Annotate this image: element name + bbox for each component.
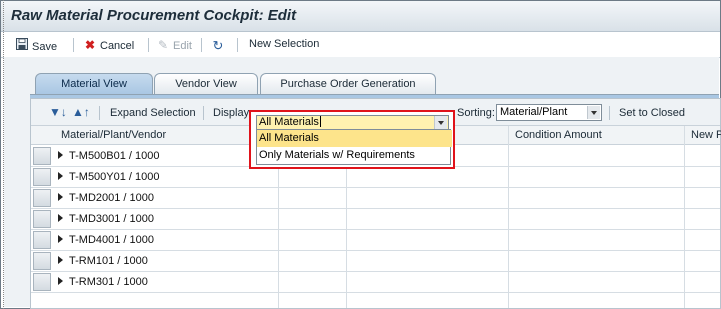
table-row[interactable]: T-MD2001 / 1000 xyxy=(31,187,720,209)
display-label: Display xyxy=(213,107,250,119)
row-material: T-M500Y01 / 1000 xyxy=(69,171,160,183)
sort-ascending-icon[interactable]: ▼↓ xyxy=(49,105,67,119)
table-row[interactable]: T-MD4001 / 1000 xyxy=(31,229,720,251)
toolbar-divider xyxy=(148,38,149,52)
display-dropdown-highlight: All Materials All Materials Only Materia… xyxy=(249,110,455,169)
toolbar-divider xyxy=(237,38,238,52)
chevron-down-icon[interactable] xyxy=(434,116,447,129)
row-material: T-MD4001 / 1000 xyxy=(69,234,154,246)
column-header-condition-amount[interactable]: Condition Amount xyxy=(515,129,602,141)
save-icon xyxy=(15,38,29,53)
display-value: All Materials xyxy=(259,116,321,128)
row-selector[interactable] xyxy=(33,210,51,228)
toolbar-divider xyxy=(203,106,204,120)
cancel-button[interactable]: ✖ Cancel xyxy=(83,38,134,52)
edit-button[interactable]: ✎ Edit xyxy=(156,38,192,52)
table-row[interactable]: T-RM101 / 1000 xyxy=(31,250,720,272)
expand-arrow-icon[interactable] xyxy=(58,172,63,180)
tab-vendor-view[interactable]: Vendor View xyxy=(154,73,258,94)
option-only-materials-with-requirements[interactable]: Only Materials w/ Requirements xyxy=(257,147,452,164)
table-row[interactable]: T-M500Y01 / 1000 xyxy=(31,166,720,188)
cancel-x-icon: ✖ xyxy=(84,38,96,52)
expand-arrow-icon[interactable] xyxy=(58,151,63,159)
content-area: Material View Vendor View Purchase Order… xyxy=(4,57,721,309)
refresh-button[interactable]: ↻ xyxy=(211,38,228,53)
new-selection-button[interactable]: New Selection xyxy=(249,38,319,52)
main-toolbar: Save ✖ Cancel ✎ Edit ↻ New Selection xyxy=(1,32,720,58)
sorting-label: Sorting: xyxy=(457,107,495,119)
sorting-value: Material/Plant xyxy=(500,106,568,118)
table-row[interactable]: T-RM301 / 1000 xyxy=(31,271,720,293)
option-all-materials[interactable]: All Materials xyxy=(257,130,452,147)
row-selector[interactable] xyxy=(33,252,51,270)
expand-arrow-icon[interactable] xyxy=(58,256,63,264)
row-material: T-M500B01 / 1000 xyxy=(69,150,160,162)
toolbar-divider xyxy=(73,38,74,52)
edit-label: Edit xyxy=(173,40,192,52)
expand-arrow-icon[interactable] xyxy=(58,277,63,285)
toolbar-divider xyxy=(201,38,202,52)
row-selector[interactable] xyxy=(33,273,51,291)
expand-arrow-icon[interactable] xyxy=(58,193,63,201)
refresh-icon: ↻ xyxy=(212,38,224,53)
row-selector[interactable] xyxy=(33,231,51,249)
row-material: T-RM101 / 1000 xyxy=(69,255,148,267)
tab-purchase-order-generation[interactable]: Purchase Order Generation xyxy=(260,73,436,94)
row-material: T-MD3001 / 1000 xyxy=(69,213,154,225)
column-header-new-p[interactable]: New P xyxy=(691,129,721,141)
toolbar-divider xyxy=(609,106,610,120)
row-selector[interactable] xyxy=(33,168,51,186)
expand-arrow-icon[interactable] xyxy=(58,214,63,222)
table-row[interactable]: T-MD3001 / 1000 xyxy=(31,208,720,230)
sorting-select[interactable]: Material/Plant xyxy=(496,104,602,121)
column-header-material[interactable]: Material/Plant/Vendor xyxy=(61,129,166,141)
save-button[interactable]: Save xyxy=(15,38,58,53)
title-bar: Raw Material Procurement Cockpit: Edit xyxy=(1,1,720,32)
row-material: T-MD2001 / 1000 xyxy=(69,192,154,204)
sort-descending-icon[interactable]: ▲↑ xyxy=(72,105,90,119)
cancel-label: Cancel xyxy=(100,40,135,52)
expand-arrow-icon[interactable] xyxy=(58,235,63,243)
chevron-down-icon[interactable] xyxy=(587,106,600,119)
display-options-list: All Materials Only Materials w/ Requirem… xyxy=(256,129,452,165)
row-selector[interactable] xyxy=(33,189,51,207)
pencil-icon: ✎ xyxy=(157,38,169,52)
row-material: T-RM301 / 1000 xyxy=(69,276,148,288)
expand-selection-button[interactable]: Expand Selection xyxy=(110,107,196,119)
toolbar-divider xyxy=(99,106,100,120)
set-to-closed-button[interactable]: Set to Closed xyxy=(619,107,685,119)
save-label: Save xyxy=(32,41,58,53)
page-title: Raw Material Procurement Cockpit: Edit xyxy=(11,7,297,24)
tab-material-view[interactable]: Material View xyxy=(35,73,153,94)
row-selector[interactable] xyxy=(33,147,51,165)
